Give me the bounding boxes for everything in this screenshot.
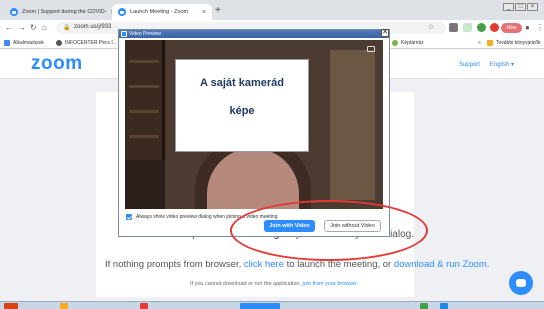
zoom-favicon-icon — [118, 8, 126, 16]
highlight-ellipse — [230, 200, 428, 261]
menu-icon[interactable]: ⋮ — [536, 23, 544, 32]
apps-grid-icon — [4, 40, 10, 46]
taskbar-zoom-button[interactable] — [240, 303, 280, 309]
zoom-logo[interactable]: zoom — [31, 53, 83, 75]
placard-line-1: A saját kamerád — [200, 77, 284, 89]
extension-icon[interactable] — [490, 23, 499, 32]
folder-icon — [487, 40, 493, 46]
extension-icon[interactable] — [477, 23, 486, 32]
window-close-icon[interactable]: × — [527, 3, 538, 11]
placard-line-2: képe — [229, 105, 255, 117]
bookmark-infocenter[interactable]: INFOCENTER Pécs I... — [56, 40, 117, 46]
new-tab-button[interactable]: + — [215, 5, 221, 16]
lock-icon: 🔒 — [63, 25, 71, 31]
home-icon[interactable]: ⌂ — [42, 23, 47, 32]
chat-bubble-icon[interactable] — [509, 271, 533, 295]
extension-icon[interactable] — [463, 23, 472, 32]
placard-overlay: A saját kamerád képe — [175, 59, 309, 152]
download-run-link[interactable]: download & run Zoom. — [394, 259, 490, 270]
dialog-title: Video Preview — [129, 31, 161, 37]
star-icon[interactable]: ☆ — [428, 23, 434, 31]
camera-switch-icon[interactable] — [367, 46, 375, 52]
forward-icon[interactable]: → — [18, 23, 26, 32]
tab-close-icon[interactable]: × — [198, 9, 206, 16]
dialog-close-button[interactable]: ✕ — [381, 29, 389, 37]
tab-launch-meeting[interactable]: Launch Meeting - Zoom × — [112, 4, 212, 20]
tab-zoom-support[interactable]: Zoom | Support during the COVID- × — [4, 4, 112, 20]
checkbox-checked-icon[interactable] — [126, 214, 132, 220]
bookmark-other[interactable]: További könyvjelzők — [487, 40, 540, 46]
support-link[interactable]: Support — [459, 62, 480, 68]
taskbar-app-icon[interactable] — [60, 303, 68, 309]
bookmark-overflow[interactable]: » — [478, 40, 481, 46]
profile-button[interactable]: Hbe — [501, 23, 522, 33]
browser-join-instruction: If you cannot download or run the applic… — [190, 281, 359, 287]
reload-icon[interactable]: ↻ — [30, 23, 37, 32]
sync-icon[interactable]: ● — [525, 23, 530, 32]
taskbar-app-icon[interactable] — [140, 303, 148, 309]
tray-icon[interactable] — [420, 303, 428, 309]
zoom-app-icon — [121, 31, 127, 37]
zoom-favicon-icon — [10, 8, 18, 16]
maximize-icon[interactable]: □ — [515, 3, 526, 11]
back-icon[interactable]: ← — [5, 23, 13, 32]
launch-instruction: If nothing prompts from browser, click h… — [105, 259, 490, 270]
bookshelf-image — [125, 40, 165, 160]
browser-tab-bar: Zoom | Support during the COVID- × Launc… — [0, 0, 544, 20]
extension-icon[interactable] — [449, 23, 458, 32]
camera-preview: A saját kamerád képe — [125, 40, 383, 209]
minimize-icon[interactable]: _ — [503, 3, 514, 11]
tray-icon[interactable] — [440, 303, 448, 309]
tab-label: Launch Meeting - Zoom — [130, 9, 189, 15]
bookmark-icon — [392, 40, 398, 46]
bookmark-keptarnez[interactable]: Képtárnéz — [392, 40, 424, 46]
click-here-link[interactable]: click here — [244, 259, 284, 270]
header-links: Support English ▾ — [451, 61, 514, 68]
tab-label: Zoom | Support during the COVID- — [22, 9, 107, 15]
os-taskbar — [0, 301, 544, 309]
url-text: zoom.us/j/933 — [74, 24, 112, 30]
join-from-browser-link[interactable]: join from your browser. — [303, 281, 359, 287]
dialog-titlebar[interactable]: Video Preview ✕ — [119, 29, 389, 38]
language-select[interactable]: English ▾ — [490, 62, 514, 68]
window-controls: _ □ × — [503, 3, 538, 11]
bookmark-apps[interactable]: Alkalmazások — [4, 40, 44, 46]
start-button[interactable] — [4, 303, 18, 309]
bookmark-icon — [56, 40, 62, 46]
